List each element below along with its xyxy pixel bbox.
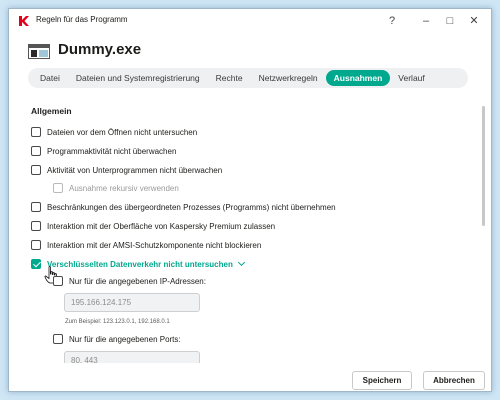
checkbox[interactable]: [31, 165, 41, 175]
app-name: Dummy.exe: [58, 41, 142, 58]
checkbox[interactable]: [31, 221, 41, 231]
checkbox[interactable]: [31, 259, 41, 269]
option-label: Interaktion mit der Oberfläche von Kaspe…: [47, 221, 276, 231]
option-no-inherit-parent-restrictions[interactable]: Beschränkungen des übergeordneten Prozes…: [31, 202, 336, 212]
option-no-monitor-activity[interactable]: Programmaktivität nicht überwachen: [31, 146, 176, 156]
window-title: Regeln für das Programm: [36, 15, 128, 24]
tab-dateien-und-systemregistrierung[interactable]: Dateien und Systemregistrierung: [68, 70, 208, 86]
option-amsi-interaction[interactable]: Interaktion mit der AMSI-Schutzkomponent…: [31, 240, 261, 250]
ip-example-hint: Zum Beispiel: 123.123.0.1, 192.168.0.1: [65, 319, 170, 325]
checkbox[interactable]: [53, 334, 63, 344]
option-no-monitor-subprograms[interactable]: Aktivität von Unterprogrammen nicht über…: [31, 165, 222, 175]
dialog-footer: [9, 363, 491, 391]
application-window-icon: [28, 44, 50, 59]
close-button[interactable]: ✕: [461, 12, 487, 30]
option-label: Beschränkungen des übergeordneten Prozes…: [47, 202, 336, 212]
tab-netzwerkregeln[interactable]: Netzwerkregeln: [251, 70, 326, 86]
option-allow-ui-interaction[interactable]: Interaktion mit der Oberfläche von Kaspe…: [31, 221, 275, 231]
option-label: Nur für die angegebenen Ports:: [69, 334, 181, 344]
checkbox[interactable]: [31, 240, 41, 250]
option-label: Programmaktivität nicht überwachen: [47, 146, 177, 156]
ip-address-input[interactable]: 195.166.124.175: [64, 293, 200, 312]
rules-dialog: Regeln für das Programm ? – □ ✕ Dummy.ex…: [8, 8, 492, 392]
save-button[interactable]: Speichern: [352, 371, 412, 390]
option-no-scan-before-open[interactable]: Dateien vor dem Öffnen nicht untersuchen: [31, 127, 197, 137]
tab-datei[interactable]: Datei: [32, 70, 68, 86]
minimize-button[interactable]: –: [413, 12, 439, 30]
option-only-ip-addresses[interactable]: Nur für die angegebenen IP-Adressen:: [53, 276, 206, 286]
checkbox[interactable]: [31, 146, 41, 156]
chevron-down-icon[interactable]: [237, 258, 245, 266]
tab-verlauf[interactable]: Verlauf: [390, 70, 432, 86]
section-title: Allgemein: [31, 106, 72, 116]
option-recursive-exception: Ausnahme rekursiv verwenden: [53, 183, 179, 193]
option-no-scan-encrypted-traffic[interactable]: Verschlüsselten Datenverkehr nicht unter…: [31, 258, 245, 269]
title-bar[interactable]: Regeln für das Programm ? – □ ✕: [9, 9, 491, 33]
checkbox[interactable]: [53, 276, 63, 286]
option-label: Interaktion mit der AMSI-Schutzkomponent…: [47, 240, 262, 250]
tab-rechte[interactable]: Rechte: [208, 70, 251, 86]
cancel-button[interactable]: Abbrechen: [423, 371, 485, 390]
tab-ausnahmen[interactable]: Ausnahmen: [325, 70, 391, 86]
option-label: Dateien vor dem Öffnen nicht untersuchen: [47, 127, 198, 137]
tab-bar: Datei Dateien und Systemregistrierung Re…: [28, 68, 468, 88]
option-label: Aktivität von Unterprogrammen nicht über…: [47, 165, 223, 175]
option-label: Nur für die angegebenen IP-Adressen:: [69, 276, 206, 286]
vertical-scrollbar[interactable]: [482, 106, 485, 226]
checkbox: [53, 183, 63, 193]
checkbox[interactable]: [31, 202, 41, 212]
kaspersky-logo-icon: [19, 16, 29, 26]
option-only-ports[interactable]: Nur für die angegebenen Ports:: [53, 334, 181, 344]
option-label: Verschlüsselten Datenverkehr nicht unter…: [47, 259, 233, 269]
option-label: Ausnahme rekursiv verwenden: [69, 183, 179, 193]
checkbox[interactable]: [31, 127, 41, 137]
help-button[interactable]: ?: [379, 12, 405, 30]
maximize-button[interactable]: □: [437, 12, 463, 30]
